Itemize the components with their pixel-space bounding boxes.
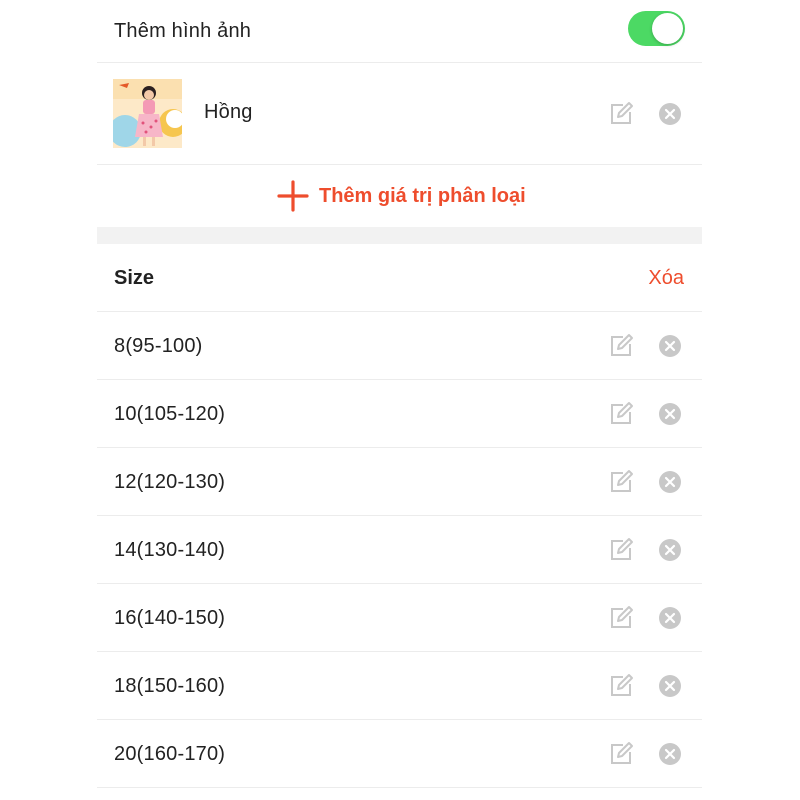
size-row: 12(120-130) xyxy=(97,448,702,516)
remove-circle-icon[interactable] xyxy=(658,538,682,562)
size-label: 10(105-120) xyxy=(114,403,226,425)
variant-thumbnail[interactable] xyxy=(113,79,182,148)
size-label: 14(130-140) xyxy=(114,539,226,561)
size-row: 14(130-140) xyxy=(97,516,702,584)
size-section-header: Size Xóa xyxy=(97,244,702,311)
variant-row: Hồng xyxy=(97,63,702,164)
add-value-label: Thêm giá trị phân loại xyxy=(319,185,526,207)
remove-circle-icon[interactable] xyxy=(658,334,682,358)
plus-icon xyxy=(277,180,309,212)
size-row: 18(150-160) xyxy=(97,652,702,720)
remove-circle-icon[interactable] xyxy=(658,102,682,126)
size-row: 10(105-120) xyxy=(97,380,702,448)
edit-icon[interactable] xyxy=(607,604,635,632)
remove-circle-icon[interactable] xyxy=(658,402,682,426)
divider xyxy=(97,787,702,788)
size-row: 16(140-150) xyxy=(97,584,702,652)
edit-icon[interactable] xyxy=(607,672,635,700)
edit-icon[interactable] xyxy=(607,332,635,360)
size-row: 8(95-100) xyxy=(97,312,702,380)
remove-circle-icon[interactable] xyxy=(658,742,682,766)
size-label: 16(140-150) xyxy=(114,607,226,629)
delete-size-button[interactable]: Xóa xyxy=(648,267,684,290)
edit-icon[interactable] xyxy=(607,100,635,128)
edit-icon[interactable] xyxy=(607,468,635,496)
variation-panel: Thêm hình ảnh Hồng Thêm giá trị phân loạ… xyxy=(97,0,702,800)
remove-circle-icon[interactable] xyxy=(658,470,682,494)
edit-icon[interactable] xyxy=(607,400,635,428)
size-row: 20(160-170) xyxy=(97,720,702,788)
size-label: 8(95-100) xyxy=(114,335,203,357)
size-label: 18(150-160) xyxy=(114,675,226,697)
edit-icon[interactable] xyxy=(607,740,635,768)
add-value-button[interactable]: Thêm giá trị phân loại xyxy=(97,165,702,227)
remove-circle-icon[interactable] xyxy=(658,674,682,698)
remove-circle-icon[interactable] xyxy=(658,606,682,630)
variant-name: Hồng xyxy=(204,101,253,123)
edit-icon[interactable] xyxy=(607,536,635,564)
size-label: 20(160-170) xyxy=(114,743,226,765)
add-image-toggle-row: Thêm hình ảnh xyxy=(97,0,702,62)
add-image-toggle[interactable] xyxy=(628,11,685,46)
size-label: 12(120-130) xyxy=(114,471,226,493)
size-section-title: Size xyxy=(114,267,155,289)
add-image-label: Thêm hình ảnh xyxy=(114,19,252,42)
section-separator xyxy=(97,227,702,244)
toggle-knob xyxy=(652,13,683,44)
